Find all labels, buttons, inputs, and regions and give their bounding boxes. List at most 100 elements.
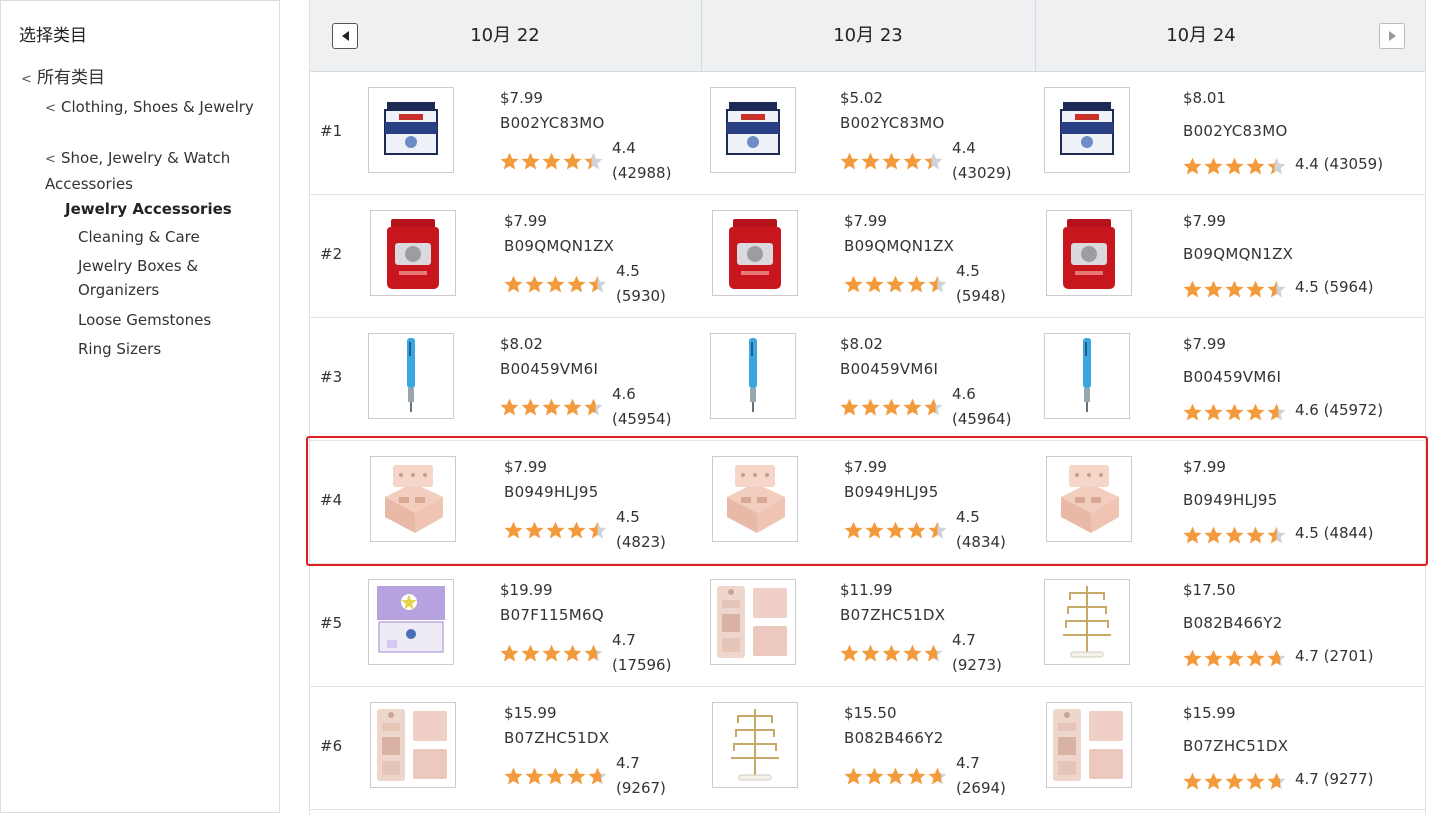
rating-value: 4.5 (956, 508, 980, 526)
product-image[interactable] (370, 210, 456, 296)
product-asin-link[interactable]: B002YC83MO (1183, 122, 1288, 140)
product-image[interactable] (1046, 702, 1132, 788)
category-all-label: 所有类目 (37, 68, 105, 88)
subcategory-loose-gemstones[interactable]: Loose Gemstones (78, 308, 268, 332)
star-icon (525, 767, 544, 785)
product-image[interactable] (712, 702, 798, 788)
product-asin-link[interactable]: B00459VM6I (1183, 368, 1281, 386)
star-icon (1183, 403, 1202, 421)
product-image[interactable] (1044, 333, 1130, 419)
star-icon (861, 152, 880, 170)
star-icon (1225, 526, 1244, 544)
star-icon (563, 152, 582, 170)
product-asin-link[interactable]: B0949HLJ95 (504, 483, 599, 501)
star-icon (521, 152, 540, 170)
product-price: $8.02 (840, 335, 883, 353)
star-icon (546, 767, 565, 785)
product-asin-link[interactable]: B002YC83MO (840, 114, 945, 132)
product-image[interactable] (1046, 210, 1132, 296)
product-image[interactable] (712, 210, 798, 296)
next-date-button[interactable] (1379, 23, 1405, 49)
star-icon (1246, 280, 1265, 298)
subcategory-cleaning-care[interactable]: Cleaning & Care (78, 225, 268, 249)
product-asin-link[interactable]: B07F115M6Q (500, 606, 604, 624)
star-icon (1267, 772, 1286, 790)
star-icon (840, 152, 859, 170)
star-icon (542, 644, 561, 662)
star-icon (542, 398, 561, 416)
star-rating (503, 520, 608, 540)
product-image[interactable] (368, 579, 454, 665)
category-all[interactable]: < 所有类目 (21, 66, 105, 92)
star-icon (840, 398, 859, 416)
star-icon (546, 275, 565, 293)
star-icon (840, 644, 859, 662)
product-asin-link[interactable]: B00459VM6I (840, 360, 938, 378)
rank-label: #4 (320, 491, 343, 509)
ranking-grid: 10月 22 10月 23 10月 24 #1 $7.99 B002YC83MO 4.… (309, 0, 1426, 815)
product-asin-link[interactable]: B09QMQN1ZX (1183, 245, 1293, 263)
star-icon (928, 521, 947, 539)
product-asin-link[interactable]: B07ZHC51DX (504, 729, 609, 747)
review-count: (5930) (616, 287, 666, 305)
star-icon (865, 521, 884, 539)
subcategory-jewelry-boxes[interactable]: Jewelry Boxes & Organizers (78, 254, 268, 302)
product-asin-link[interactable]: B0949HLJ95 (844, 483, 939, 501)
product-image[interactable] (368, 87, 454, 173)
product-price: $8.02 (500, 335, 543, 353)
product-image[interactable] (370, 702, 456, 788)
review-count: (4834) (956, 533, 1006, 551)
rating-value: 4.7 (956, 754, 980, 772)
category-current-jewelry-accessories: Jewelry Accessories (65, 200, 232, 218)
product-asin-link[interactable]: B07ZHC51DX (1183, 737, 1288, 755)
product-image[interactable] (1044, 579, 1130, 665)
review-count: (43029) (952, 164, 1012, 182)
product-image[interactable] (710, 579, 796, 665)
star-icon (924, 644, 943, 662)
product-image[interactable] (710, 87, 796, 173)
product-image[interactable] (712, 456, 798, 542)
product-asin-link[interactable]: B09QMQN1ZX (504, 237, 614, 255)
rating-value: 4.5 (616, 262, 640, 280)
star-icon (903, 644, 922, 662)
product-image[interactable] (710, 333, 796, 419)
product-image[interactable] (1046, 456, 1132, 542)
rating-value: 4.5 (616, 508, 640, 526)
jar-navy-icon (384, 102, 438, 155)
star-icon (500, 398, 519, 416)
category-shoe-jewelry-watch-accessories[interactable]: < Shoe, Jewelry & Watch Accessories (45, 146, 265, 196)
star-icon (861, 644, 880, 662)
product-asin-link[interactable]: B09QMQN1ZX (844, 237, 954, 255)
star-icon (1267, 280, 1286, 298)
review-count: (45954) (612, 410, 672, 428)
prev-date-button[interactable] (332, 23, 358, 49)
star-icon (1267, 403, 1286, 421)
product-asin-link[interactable]: B082B466Y2 (1183, 614, 1283, 632)
product-image[interactable] (370, 456, 456, 542)
product-asin-link[interactable]: B0949HLJ95 (1183, 491, 1278, 509)
review-count: (45964) (952, 410, 1012, 428)
star-icon (865, 275, 884, 293)
star-icon (907, 275, 926, 293)
star-icon (1204, 403, 1223, 421)
subcategory-ring-sizers[interactable]: Ring Sizers (78, 337, 268, 361)
rating-and-review-count: 4.7 (9277) (1295, 770, 1374, 788)
star-rating (839, 397, 944, 417)
star-icon (500, 644, 519, 662)
star-icon (886, 275, 905, 293)
category-clothing-shoes-jewelry[interactable]: < Clothing, Shoes & Jewelry (45, 95, 265, 121)
product-asin-link[interactable]: B002YC83MO (500, 114, 605, 132)
star-icon (844, 521, 863, 539)
product-asin-link[interactable]: B07ZHC51DX (840, 606, 945, 624)
product-asin-link[interactable]: B082B466Y2 (844, 729, 944, 747)
date-column-3: 10月 24 (1166, 25, 1236, 46)
star-icon (844, 767, 863, 785)
product-image[interactable] (1044, 87, 1130, 173)
star-icon (1183, 649, 1202, 667)
star-icon (1204, 772, 1223, 790)
product-asin-link[interactable]: B00459VM6I (500, 360, 598, 378)
product-image[interactable] (368, 333, 454, 419)
rank-label: #6 (320, 737, 343, 755)
product-price: $7.99 (504, 458, 547, 476)
date-column-1: 10月 22 (470, 25, 540, 46)
